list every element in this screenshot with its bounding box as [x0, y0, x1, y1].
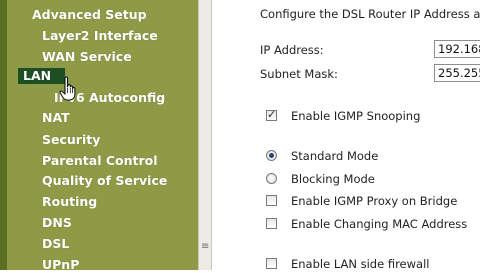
sidebar-nav: Advanced Setup Layer2 Interface WAN Serv…: [7, 0, 198, 273]
blocking-mode-radio[interactable]: [266, 173, 277, 184]
checkmark-icon: ✓: [267, 108, 277, 121]
lan-firewall-checkbox[interactable]: [266, 258, 277, 269]
ip-address-input[interactable]: 192.168: [434, 40, 480, 58]
radio-selected-dot: [269, 153, 274, 158]
subnet-mask-label: Subnet Mask:: [260, 67, 338, 81]
left-edge-bar: [0, 0, 7, 270]
sidebar-item-wan-service[interactable]: WAN Service: [42, 49, 132, 65]
sidebar-item-parental-control[interactable]: Parental Control: [42, 153, 158, 169]
intro-text: Configure the DSL Router IP Address a: [260, 7, 480, 21]
sidebar-item-routing[interactable]: Routing: [42, 194, 97, 210]
ip-address-label: IP Address:: [260, 43, 324, 57]
sidebar-item-layer2-interface[interactable]: Layer2 Interface: [42, 28, 158, 44]
hand-pointer-icon: [59, 76, 76, 101]
sidebar-item-upnp[interactable]: UPnP: [42, 257, 79, 273]
changing-mac-checkbox[interactable]: [266, 218, 277, 229]
blocking-mode-label: Blocking Mode: [291, 172, 375, 186]
sidebar-item-advanced-setup[interactable]: Advanced Setup: [32, 7, 147, 23]
sidebar-scrollbar[interactable]: ≡: [198, 0, 212, 270]
sidebar-item-quality-of-service[interactable]: Quality of Service: [42, 173, 167, 189]
sidebar-item-security[interactable]: Security: [42, 132, 100, 148]
changing-mac-label: Enable Changing MAC Address: [291, 217, 468, 231]
lan-setup-panel: Configure the DSL Router IP Address a IP…: [212, 0, 480, 271]
subnet-mask-input[interactable]: 255.255: [434, 64, 480, 82]
igmp-snooping-checkbox[interactable]: ✓: [266, 108, 277, 121]
lan-firewall-label: Enable LAN side firewall: [291, 257, 430, 271]
scroll-grip-icon[interactable]: ≡: [201, 242, 209, 252]
sidebar-item-nat[interactable]: NAT: [42, 110, 70, 126]
igmp-proxy-bridge-label: Enable IGMP Proxy on Bridge: [291, 194, 458, 208]
igmp-snooping-label: Enable IGMP Snooping: [291, 109, 421, 123]
standard-mode-radio[interactable]: [266, 150, 277, 161]
sidebar-item-dsl[interactable]: DSL: [42, 236, 69, 252]
sidebar-item-dns[interactable]: DNS: [42, 215, 72, 231]
standard-mode-label: Standard Mode: [291, 149, 379, 163]
igmp-proxy-bridge-checkbox[interactable]: [266, 195, 277, 206]
